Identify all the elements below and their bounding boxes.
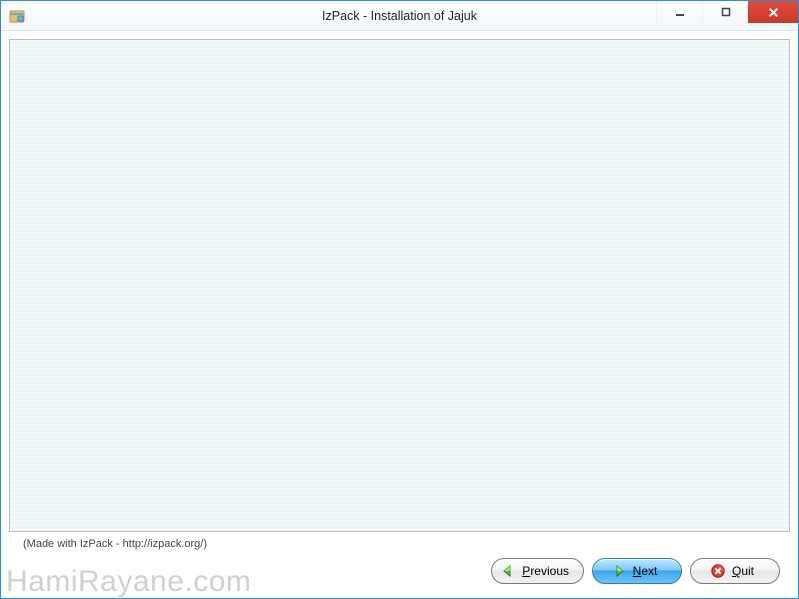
window-controls: [656, 1, 798, 30]
wizard-button-row: Previous Next: [9, 552, 790, 594]
close-button[interactable]: [748, 1, 798, 23]
maximize-button[interactable]: [702, 1, 748, 23]
app-icon: [9, 8, 25, 24]
next-button[interactable]: Next: [592, 558, 682, 584]
previous-button[interactable]: Previous: [491, 558, 584, 584]
arrow-left-icon: [500, 563, 516, 579]
quit-button-label: Quit: [732, 564, 754, 578]
cancel-icon: [710, 563, 726, 579]
next-button-label: Next: [633, 564, 658, 578]
installer-window: IzPack - Installation of Jajuk (Made wit…: [0, 0, 799, 599]
titlebar: IzPack - Installation of Jajuk: [1, 1, 798, 31]
izpack-credit: (Made with IzPack - http://izpack.org/): [9, 532, 790, 552]
previous-button-label: Previous: [522, 564, 569, 578]
client-area: (Made with IzPack - http://izpack.org/) …: [1, 31, 798, 598]
minimize-button[interactable]: [656, 1, 702, 23]
arrow-right-icon: [611, 563, 627, 579]
content-panel: [9, 39, 790, 532]
quit-button[interactable]: Quit: [690, 558, 780, 584]
